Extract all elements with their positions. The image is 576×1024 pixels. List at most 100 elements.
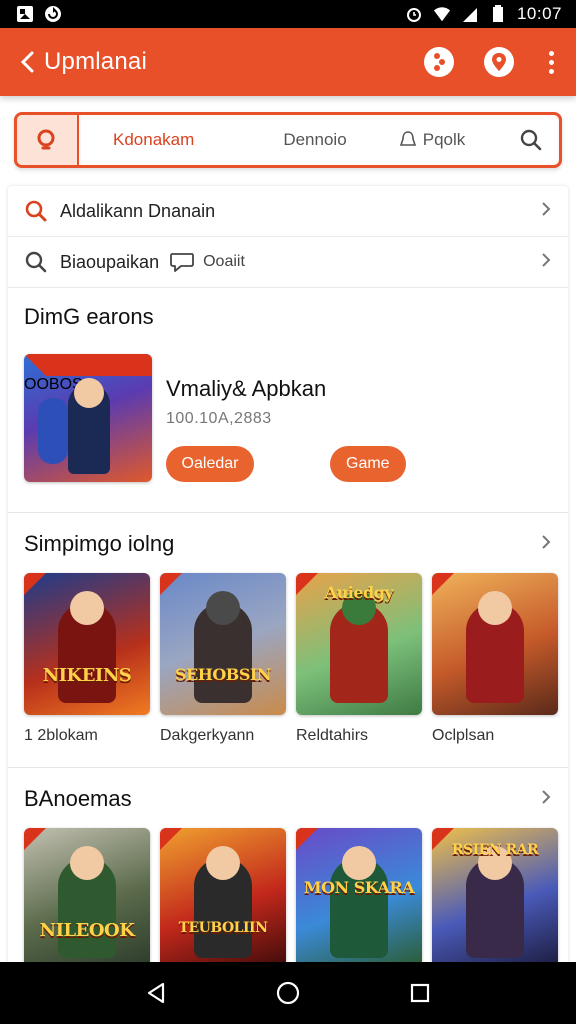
game-logo: TEUBOLIIN <box>178 920 268 936</box>
badge-corner <box>432 573 454 595</box>
nav-home-button[interactable] <box>273 978 303 1008</box>
nav-recents-button[interactable] <box>405 978 435 1008</box>
game-logo: RSIEN RAR <box>451 842 539 858</box>
game-logo: NILEOOK <box>39 920 135 941</box>
section-title: DimG earons <box>24 304 154 329</box>
chevron-right-icon[interactable] <box>540 533 552 556</box>
game-card[interactable]: MON SKARA <box>296 828 422 970</box>
game-card[interactable]: Oclplsan <box>432 573 558 745</box>
back-arrow-icon <box>20 51 34 73</box>
game-thumbnail <box>432 573 558 715</box>
featured-app[interactable]: OOBOS Vmaliy& Apbkan 100.10A,2883 Oaleda… <box>8 330 568 492</box>
game-thumbnail: MON SKARA <box>296 828 422 970</box>
game-card[interactable]: NIKEINS 1 2blokam <box>24 573 150 745</box>
game-title: Oclplsan <box>432 727 495 744</box>
list-item[interactable]: Biaoupaikan Ooaiit <box>8 237 568 288</box>
chat-bubble-icon <box>170 253 194 272</box>
featured-action-button[interactable]: Oaledar <box>166 446 254 482</box>
home-circle-icon <box>276 981 300 1005</box>
featured-app-thumbnail[interactable]: OOBOS <box>24 354 152 482</box>
game-thumbnail: TEUBOLIIN <box>160 828 286 970</box>
game-card[interactable]: TEUBOLIIN <box>160 828 286 970</box>
game-logo: NIKEINS <box>42 665 132 686</box>
system-nav-bar <box>0 962 576 1024</box>
game-logo: MON SKARA <box>303 878 415 897</box>
search-icon <box>24 199 52 223</box>
badge-corner <box>160 573 182 595</box>
game-thumbnail: RSIEN RAR <box>432 828 558 970</box>
content-card: Aldalikann Dnanain Biaoupaikan Ooaiit Di… <box>8 186 568 986</box>
search-tab-button[interactable] <box>487 128 543 152</box>
section-title: BAnoemas <box>24 786 132 811</box>
hero-head <box>70 591 104 625</box>
chevron-right-icon[interactable] <box>540 788 552 811</box>
hero-head <box>74 378 104 408</box>
search-tab-bar: Kdonakam Dennoio Pqolk <box>14 112 562 168</box>
game-thumbnail: Auiedgy <box>296 573 422 715</box>
game-thumbnail: NIKEINS <box>24 573 150 715</box>
badge-corner <box>296 828 318 850</box>
game-card[interactable]: NILEOOK <box>24 828 150 970</box>
battery-icon <box>489 5 507 23</box>
chevron-right-icon <box>540 200 552 223</box>
game-title: Dakgerkyann <box>160 727 255 744</box>
status-bar: 10:07 <box>0 0 576 28</box>
wifi-icon <box>433 5 451 23</box>
hero-head <box>70 846 104 880</box>
tab-pqolk-label: Pqolk <box>422 130 466 149</box>
screenshot-notification-icon <box>16 5 34 23</box>
search-icon <box>37 129 55 150</box>
game-card[interactable]: SEHOBSIN Dakgerkyann <box>160 573 286 745</box>
game-card[interactable]: Auiedgy Reldtahirs <box>296 573 422 745</box>
search-icon <box>520 129 542 151</box>
list-item[interactable]: Aldalikann Dnanain <box>8 186 568 237</box>
badge-corner <box>24 828 46 850</box>
ally-figure <box>38 398 68 464</box>
game-logo: SEHOBSIN <box>175 665 272 684</box>
row-label: Biaoupaikan <box>60 251 160 272</box>
tab-kdonakam[interactable]: Kdonakam <box>93 130 253 150</box>
nav-back-button[interactable] <box>141 978 171 1008</box>
hero-head <box>206 591 240 625</box>
row-label: Aldalikann Dnanain <box>60 200 216 221</box>
game-thumbnail: NILEOOK <box>24 828 150 970</box>
game-row: NIKEINS 1 2blokam SEHOBSIN Dakgerkyann A… <box>8 557 568 745</box>
game-title: Reldtahirs <box>296 727 369 744</box>
badge-corner <box>160 828 182 850</box>
featured-app-name: Vmaliy& Apbkan <box>166 376 327 401</box>
tab-pqolk[interactable]: Pqolk <box>377 130 487 150</box>
game-row: NILEOOK TEUBOLIIN MON SKARA RSIEN RAR <box>8 812 568 970</box>
badge-corner <box>24 573 46 595</box>
game-thumbnail: SEHOBSIN <box>160 573 286 715</box>
app-bar: Upmlanai <box>0 28 576 96</box>
game-title: 1 2blokam <box>24 727 98 744</box>
screen: 10:07 Upmlanai Kdonakam Dennoio Pqolk Al… <box>0 0 576 1024</box>
hero-head <box>206 846 240 880</box>
hero-head <box>478 591 512 625</box>
overflow-menu-button[interactable] <box>544 50 558 74</box>
signal-icon <box>461 5 479 23</box>
location-button[interactable] <box>484 47 514 77</box>
section-title: Simpimgo iolng <box>24 531 175 556</box>
tab-dennoio[interactable]: Dennoio <box>253 130 377 150</box>
search-icon <box>24 250 52 274</box>
row-extra-label: Ooaiit <box>203 253 245 270</box>
search-mode-button[interactable] <box>17 115 79 165</box>
page-title: Upmlanai <box>44 48 147 75</box>
share-icon <box>434 53 445 71</box>
game-logo: Auiedgy <box>324 583 394 602</box>
recents-square-icon <box>410 983 430 1003</box>
sync-notification-icon <box>44 5 62 23</box>
alarm-icon <box>405 5 423 23</box>
share-button[interactable] <box>424 47 454 77</box>
bell-icon <box>399 131 416 146</box>
chevron-right-icon <box>540 251 552 274</box>
featured-app-meta: 100.10A,2883 <box>166 410 272 427</box>
pin-icon <box>492 53 506 71</box>
back-triangle-icon <box>147 982 165 1004</box>
hero-head <box>342 846 376 880</box>
back-button[interactable] <box>14 46 40 78</box>
clock: 10:07 <box>516 4 562 23</box>
game-card[interactable]: RSIEN RAR <box>432 828 558 970</box>
featured-game-button[interactable]: Game <box>330 446 406 482</box>
